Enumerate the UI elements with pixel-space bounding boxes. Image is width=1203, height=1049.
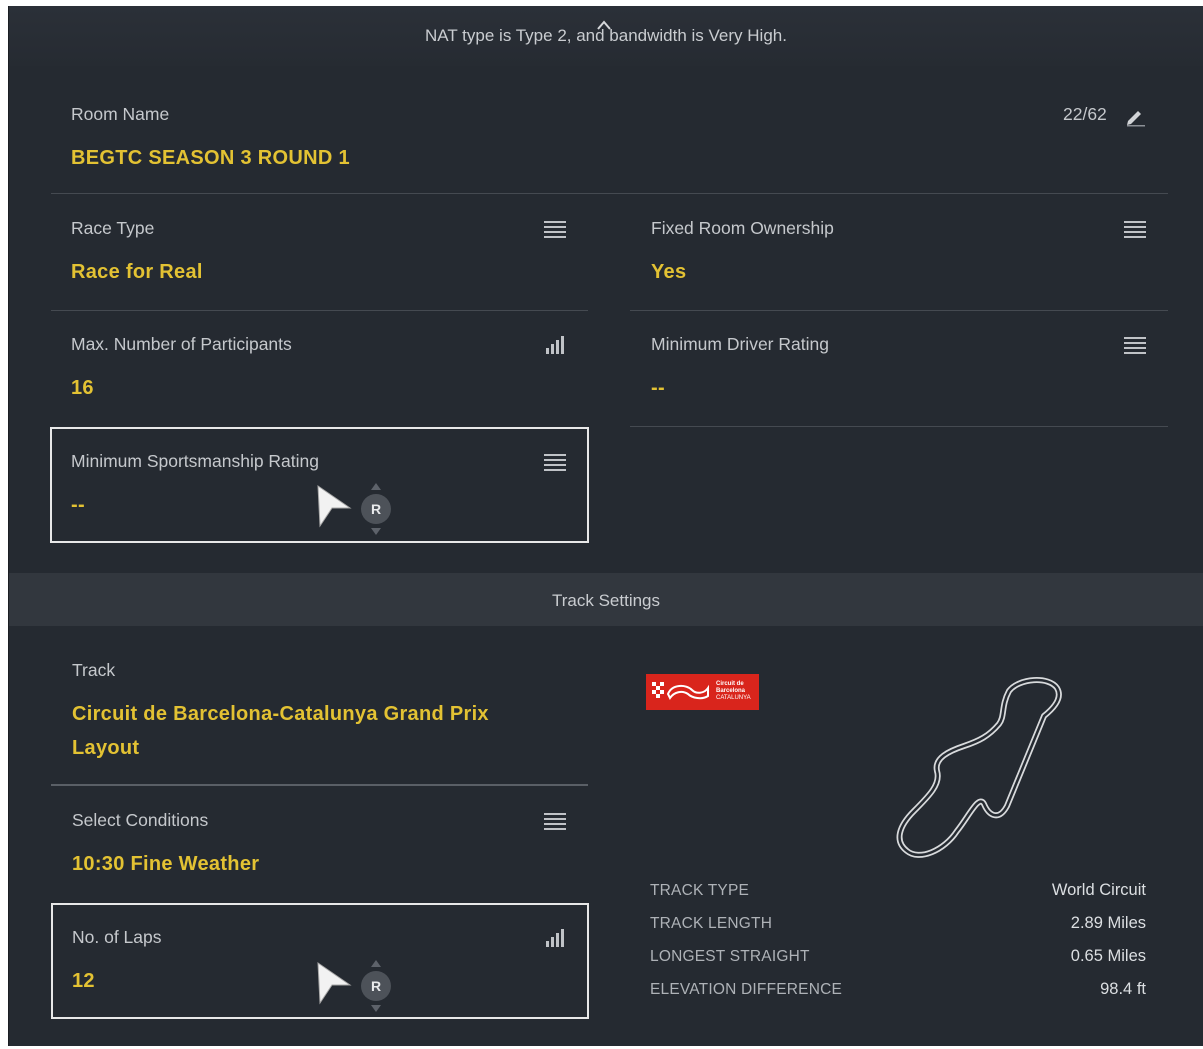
stat-value: World Circuit	[1051, 881, 1146, 899]
nat-status-text: NAT type is Type 2, and bandwidth is Ver…	[425, 26, 787, 45]
menu-list-icon	[544, 813, 566, 830]
conditions-label: Select Conditions	[72, 810, 209, 830]
min-sportsmanship-row[interactable]: Minimum Sportsmanship Rating -- R	[50, 427, 589, 543]
pointer-cursor-icon	[317, 485, 352, 528]
r-button-icon: R	[361, 971, 391, 1001]
divider	[630, 310, 1168, 311]
fixed-ownership-value: Yes	[651, 261, 687, 283]
divider	[51, 784, 588, 786]
track-map-icon	[896, 677, 1062, 858]
max-participants-value: 16	[71, 377, 94, 399]
room-settings-screen: NAT type is Type 2, and bandwidth is Ver…	[8, 6, 1203, 1046]
race-type-label: Race Type	[71, 218, 155, 238]
track-settings-header: Track Settings	[9, 573, 1203, 626]
r-button-icon: R	[361, 494, 391, 524]
pencil-icon[interactable]	[1124, 106, 1146, 128]
arrow-down-icon	[371, 528, 381, 535]
conditions-value: 10:30 Fine Weather	[72, 853, 260, 875]
stat-value: 98.4 ft	[1100, 980, 1146, 998]
stat-label: TRACK LENGTH	[650, 915, 773, 932]
laps-row[interactable]: No. of Laps 12 R	[51, 903, 589, 1019]
menu-list-icon	[1124, 221, 1146, 238]
track-label: Track	[72, 660, 116, 680]
arrow-up-icon	[371, 483, 381, 490]
laps-value: 12	[72, 970, 95, 992]
arrow-down-icon	[371, 1005, 381, 1012]
logo-text-line3: CATALUNYA	[716, 695, 751, 701]
laps-label: No. of Laps	[72, 927, 162, 947]
stat-label: TRACK TYPE	[650, 882, 750, 899]
menu-list-icon	[1124, 337, 1146, 354]
circuit-logo: Circuit de Barcelona CATALUNYA	[646, 674, 759, 710]
min-driver-rating-label: Minimum Driver Rating	[651, 334, 829, 354]
room-name-value: BEGTC SEASON 3 ROUND 1	[71, 147, 350, 169]
fixed-ownership-label: Fixed Room Ownership	[651, 218, 834, 238]
arrow-up-icon	[371, 960, 381, 967]
min-sportsmanship-label: Minimum Sportsmanship Rating	[71, 451, 320, 471]
divider	[51, 193, 1168, 194]
min-sportsmanship-value: --	[71, 494, 85, 516]
room-name-char-count: 22/62	[1063, 104, 1107, 124]
stat-label: ELEVATION DIFFERENCE	[650, 981, 843, 998]
signal-bars-icon	[546, 336, 566, 354]
divider	[630, 426, 1168, 427]
pointer-cursor-icon	[317, 962, 352, 1005]
track-settings-title: Track Settings	[551, 591, 661, 610]
stat-value: 2.89 Miles	[1070, 914, 1146, 932]
signal-bars-icon	[546, 929, 566, 947]
stat-value: 0.65 Miles	[1070, 947, 1146, 965]
status-bar: NAT type is Type 2, and bandwidth is Ver…	[9, 6, 1203, 66]
track-value-line1: Circuit de Barcelona-Catalunya Grand Pri…	[72, 703, 489, 725]
min-driver-rating-value: --	[651, 377, 665, 399]
max-participants-label: Max. Number of Participants	[71, 334, 292, 354]
logo-text-line2: Barcelona	[716, 688, 746, 694]
circuit-logo-mark-icon	[652, 682, 709, 700]
room-name-label: Room Name	[71, 104, 170, 124]
logo-text-line1: Circuit de	[716, 681, 744, 687]
stat-label: LONGEST STRAIGHT	[650, 948, 810, 965]
menu-list-icon	[544, 454, 566, 471]
menu-list-icon	[544, 221, 566, 238]
track-value-line2: Layout	[72, 737, 140, 759]
divider	[51, 310, 588, 311]
race-type-value: Race for Real	[71, 261, 203, 283]
